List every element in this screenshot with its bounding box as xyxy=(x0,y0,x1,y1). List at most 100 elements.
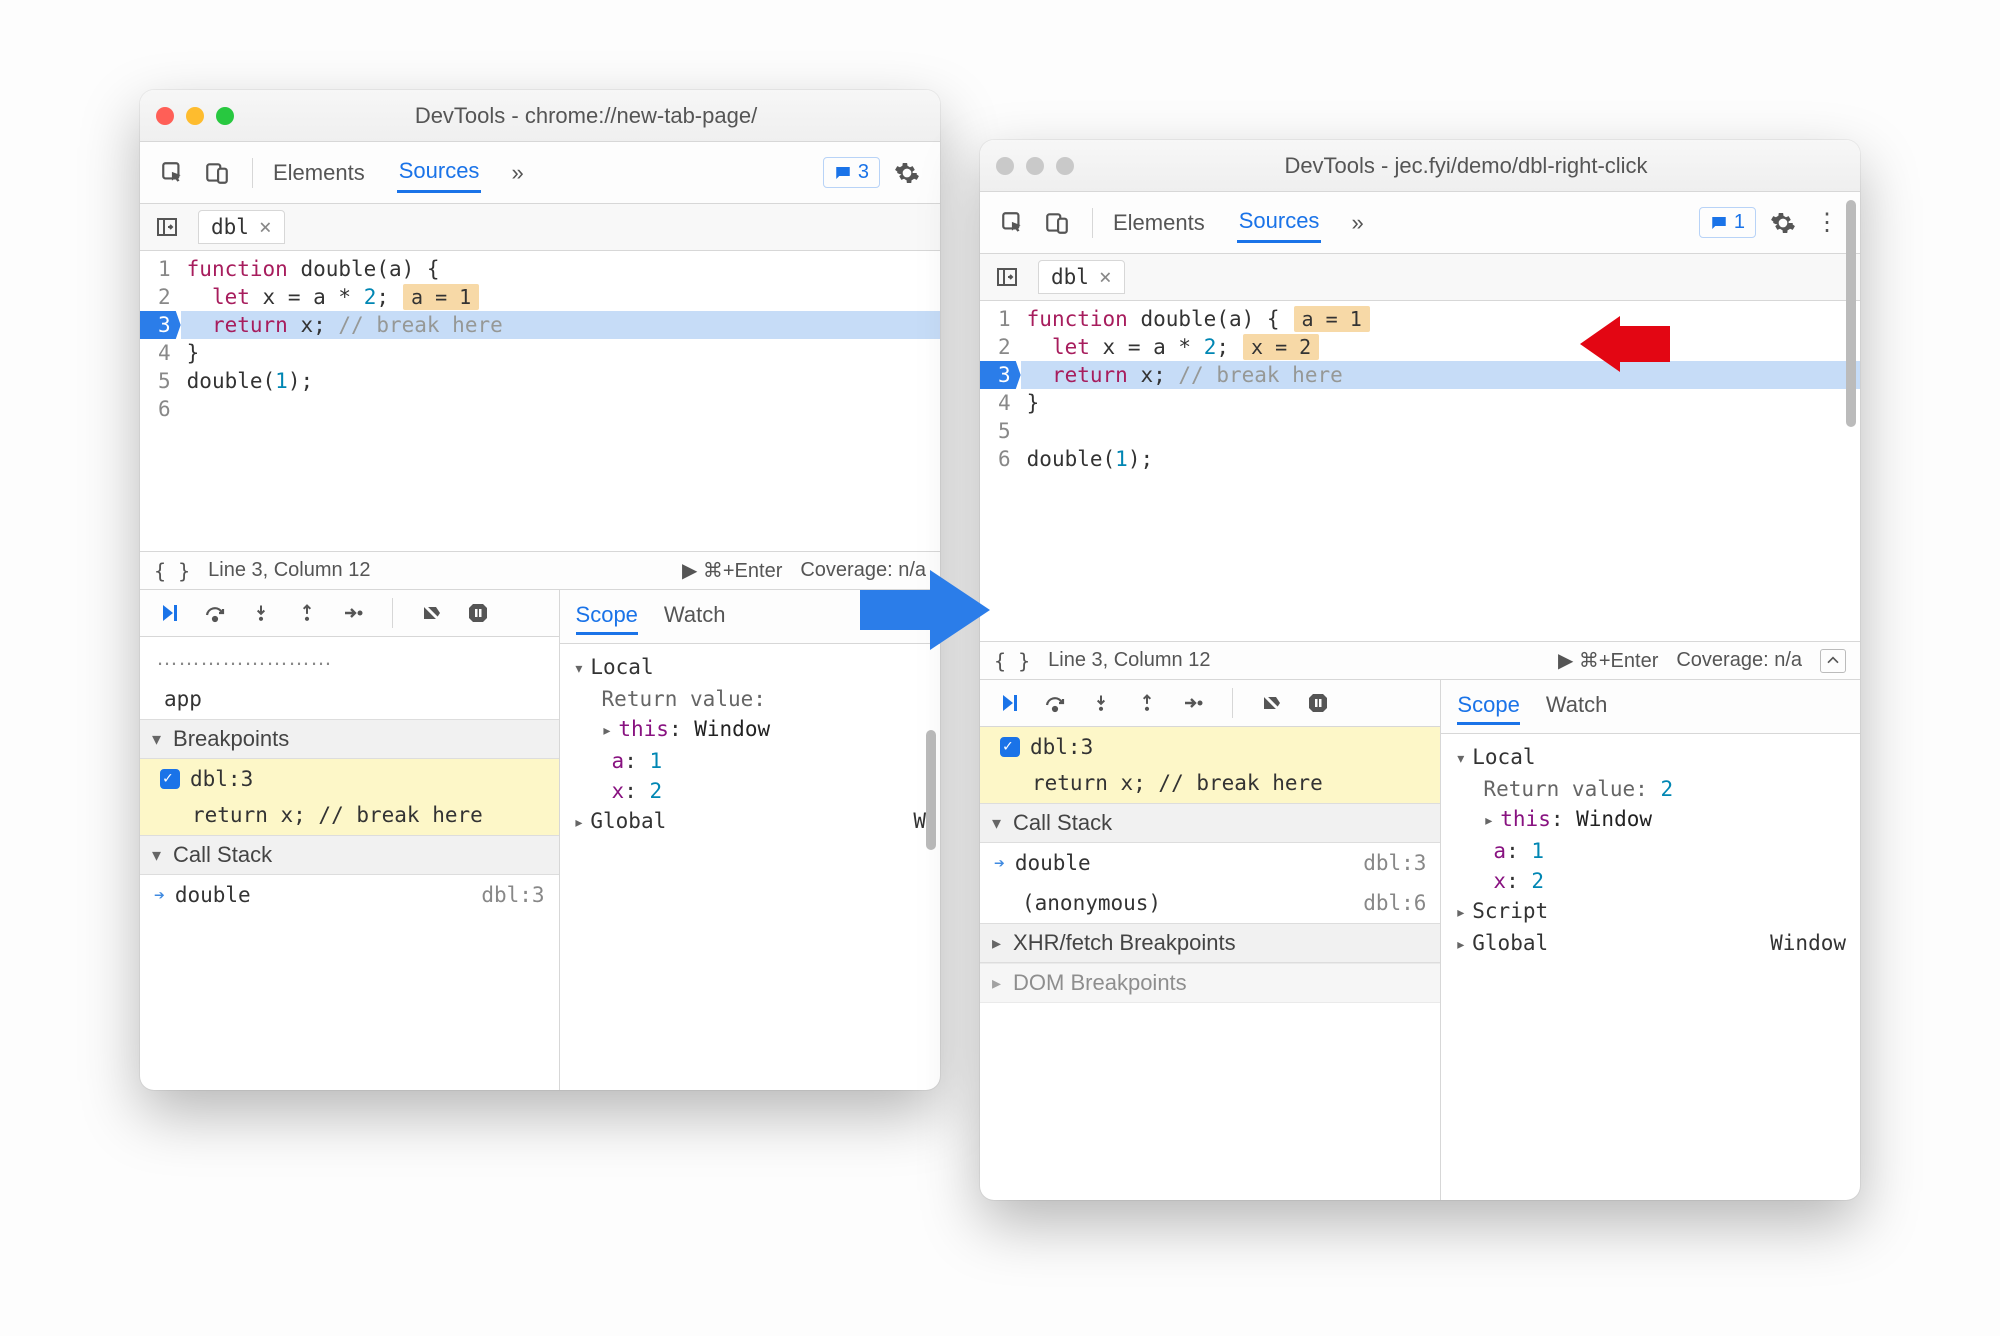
file-tab-name: dbl xyxy=(211,215,249,239)
panel-tabs: Elements Sources » xyxy=(271,152,813,193)
settings-icon[interactable] xyxy=(890,156,924,190)
resume-icon[interactable] xyxy=(154,598,184,628)
more-tabs-icon[interactable]: » xyxy=(1351,210,1363,236)
inline-value-badge: a = 1 xyxy=(403,284,479,310)
pause-exceptions-icon[interactable] xyxy=(463,598,493,628)
issues-count: 3 xyxy=(858,161,869,184)
tab-elements[interactable]: Elements xyxy=(1111,204,1207,242)
deactivate-breakpoints-icon[interactable] xyxy=(417,598,447,628)
step-icon[interactable] xyxy=(338,598,368,628)
file-tab[interactable]: dbl × xyxy=(1038,260,1125,294)
step-icon[interactable] xyxy=(1178,688,1208,718)
step-out-icon[interactable] xyxy=(1132,688,1162,718)
zoom-dot[interactable] xyxy=(1056,157,1074,175)
traffic-lights xyxy=(156,107,234,125)
breakpoint-checkbox[interactable] xyxy=(160,769,180,789)
separator xyxy=(252,158,253,188)
step-into-icon[interactable] xyxy=(246,598,276,628)
debugger-sidebar: dbl:3 return x; // break here Call Stack… xyxy=(980,680,1441,1200)
traffic-lights xyxy=(996,157,1074,175)
scope-panel: Scope Watch Local Return value: 2 this: … xyxy=(1441,680,1860,1200)
cursor-position: Line 3, Column 12 xyxy=(208,559,370,582)
callstack-header[interactable]: Call Stack xyxy=(980,803,1440,843)
tab-scope[interactable]: Scope xyxy=(1457,688,1519,725)
breakpoints-header[interactable]: Breakpoints xyxy=(140,719,559,759)
devtools-window-right: DevTools - jec.fyi/demo/dbl-right-click … xyxy=(980,140,1860,1200)
step-over-icon[interactable] xyxy=(200,598,230,628)
close-dot[interactable] xyxy=(156,107,174,125)
debugger-toolbar xyxy=(980,680,1440,727)
navig-to,ggle-icon[interactable] xyxy=(990,260,1024,294)
issues-chip[interactable]: 1 xyxy=(1699,207,1756,238)
minimize-dot[interactable] xyxy=(186,107,204,125)
window-title: DevTools - jec.fyi/demo/dbl-right-click xyxy=(1088,153,1844,179)
breakpoint-row[interactable]: dbl:3 return x; // break here xyxy=(140,759,559,835)
debugger-panels: …………………… app Breakpoints dbl:3 return x;… xyxy=(140,589,940,1090)
navigator-toggle-icon[interactable] xyxy=(150,210,184,244)
step-out-icon[interactable] xyxy=(292,598,322,628)
settings-icon[interactable] xyxy=(1766,206,1800,240)
close-icon[interactable]: × xyxy=(259,215,272,239)
pretty-print-icon[interactable]: { } xyxy=(154,559,190,583)
sidebar-toggle-icon[interactable] xyxy=(1820,649,1846,673)
scope-this[interactable]: this: Window xyxy=(1455,804,1846,836)
scope-global[interactable]: GlobalW xyxy=(574,806,926,838)
scope-local[interactable]: Local xyxy=(1455,742,1846,774)
minimize-dot[interactable] xyxy=(1026,157,1044,175)
stack-frame[interactable]: ➔ double dbl:3 xyxy=(140,875,559,915)
code-content: function double(a) {a = 1 let x = a * 2;… xyxy=(1021,301,1860,641)
device-toggle-icon[interactable] xyxy=(200,156,234,190)
breakpoint-row[interactable]: dbl:3 return x; // break here xyxy=(980,727,1440,803)
step-into-icon[interactable] xyxy=(1086,688,1116,718)
highlight-arrow-icon xyxy=(1580,316,1670,386)
resume-icon[interactable] xyxy=(994,688,1024,718)
more-tabs-icon[interactable]: » xyxy=(511,160,523,186)
inspect-icon[interactable] xyxy=(156,156,190,190)
inline-value-badge: a = 1 xyxy=(1294,306,1370,332)
dom-breakpoints-header[interactable]: DOM Breakpoints xyxy=(980,963,1440,1003)
tab-watch[interactable]: Watch xyxy=(1546,688,1608,725)
inspect-icon[interactable] xyxy=(996,206,1030,240)
line-gutter: 123456 xyxy=(140,251,181,551)
debugger-panels: dbl:3 return x; // break here Call Stack… xyxy=(980,679,1860,1200)
tab-sources[interactable]: Sources xyxy=(1237,202,1322,243)
scope-global[interactable]: GlobalWindow xyxy=(1455,928,1846,960)
code-editor[interactable]: 123456 function double(a) { let x = a * … xyxy=(140,251,940,551)
file-tab-bar: dbl × xyxy=(980,254,1860,301)
paused-line: return x; // break here xyxy=(181,311,940,339)
debugger-toolbar xyxy=(140,590,559,637)
kebab-menu-icon[interactable]: ⋮ xyxy=(1810,206,1844,240)
breakpoint-checkbox[interactable] xyxy=(1000,737,1020,757)
tab-watch[interactable]: Watch xyxy=(664,598,726,635)
xhr-breakpoints-header[interactable]: XHR/fetch Breakpoints xyxy=(980,923,1440,963)
file-tab[interactable]: dbl × xyxy=(198,210,285,244)
tab-elements[interactable]: Elements xyxy=(271,154,367,192)
close-dot[interactable] xyxy=(996,157,1014,175)
tab-sources[interactable]: Sources xyxy=(397,152,482,193)
scope-panel: Scope Watch Local Return value: this: Wi… xyxy=(560,590,940,1090)
debugger-sidebar: …………………… app Breakpoints dbl:3 return x;… xyxy=(140,590,560,1090)
devtools-top-toolbar: Elements Sources » 3 xyxy=(140,142,940,204)
editor-statusbar: { } Line 3, Column 12 ▶ ⌘+Enter Coverage… xyxy=(980,641,1860,679)
zoom-dot[interactable] xyxy=(216,107,234,125)
tab-scope[interactable]: Scope xyxy=(576,598,638,635)
callstack-header[interactable]: Call Stack xyxy=(140,835,559,875)
stack-frame[interactable]: (anonymous) dbl:6 xyxy=(980,883,1440,923)
inline-value-badge: x = 2 xyxy=(1243,334,1319,360)
close-icon[interactable]: × xyxy=(1099,265,1112,289)
pause-exceptions-icon[interactable] xyxy=(1303,688,1333,718)
current-frame-icon: ➔ xyxy=(994,853,1005,874)
deactivate-breakpoints-icon[interactable] xyxy=(1257,688,1287,718)
step-over-icon[interactable] xyxy=(1040,688,1070,718)
scope-script[interactable]: Script xyxy=(1455,896,1846,928)
devtools-window-left: DevTools - chrome://new-tab-page/ Elemen… xyxy=(140,90,940,1090)
scope-this[interactable]: this: Window xyxy=(574,714,926,746)
editor-statusbar: { } Line 3, Column 12 ▶ ⌘+Enter Coverage… xyxy=(140,551,940,589)
code-content: function double(a) { let x = a * 2;a = 1… xyxy=(181,251,940,551)
list-item[interactable]: app xyxy=(140,679,559,719)
code-editor[interactable]: 123456 function double(a) {a = 1 let x =… xyxy=(980,301,1860,641)
issues-chip[interactable]: 3 xyxy=(823,157,880,188)
file-tab-bar: dbl × xyxy=(140,204,940,251)
device-toggle-icon[interactable] xyxy=(1040,206,1074,240)
stack-frame[interactable]: ➔ double dbl:3 xyxy=(980,843,1440,883)
